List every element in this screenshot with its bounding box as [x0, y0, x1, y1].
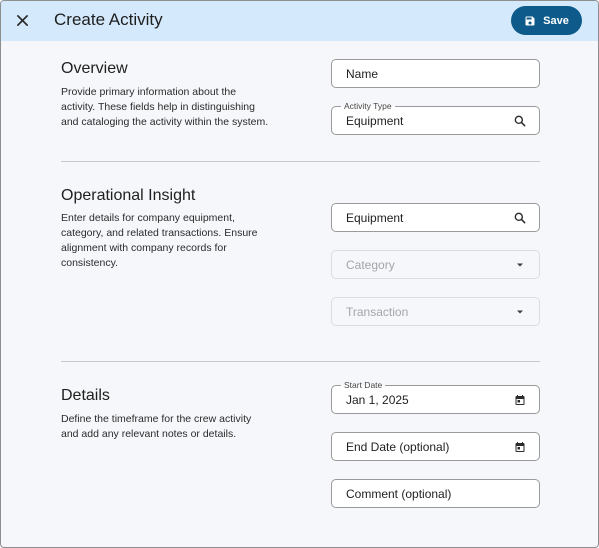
category-select[interactable]: Category: [331, 250, 540, 279]
search-icon: [514, 115, 526, 126]
start-date-label: Start Date: [341, 380, 386, 390]
activity-type-search[interactable]: [513, 114, 527, 128]
transaction-placeholder: Transaction: [346, 304, 409, 319]
transaction-select[interactable]: Transaction: [331, 297, 540, 326]
arrow-drop-down-icon: [517, 263, 523, 266]
calendar-icon: [515, 394, 525, 405]
calendar-icon: [515, 441, 525, 452]
dialog-header: Create Activity Save: [1, 1, 598, 41]
save-button[interactable]: Save: [511, 6, 582, 35]
end-date-picker[interactable]: [513, 440, 527, 454]
start-date-picker[interactable]: [513, 393, 527, 407]
overview-description: Provide primary information about the ac…: [61, 86, 269, 128]
create-activity-dialog: Create Activity Save Overview Provide pr…: [0, 0, 599, 548]
name-placeholder: Name: [346, 66, 379, 81]
search-icon: [514, 212, 526, 223]
end-date-placeholder: End Date (optional): [346, 439, 450, 454]
end-date-input[interactable]: End Date (optional): [331, 432, 540, 461]
overview-title: Overview: [61, 60, 128, 77]
name-input[interactable]: Name: [331, 59, 540, 88]
equipment-input[interactable]: Equipment: [331, 203, 540, 232]
activity-type-value: Equipment: [346, 113, 404, 128]
divider: [61, 361, 540, 362]
save-icon: [525, 16, 535, 25]
page-title: Create Activity: [54, 10, 163, 29]
save-button-label: Save: [543, 14, 569, 27]
comment-input[interactable]: Comment (optional): [331, 479, 540, 508]
equipment-value: Equipment: [346, 210, 404, 225]
start-date-value: Jan 1, 2025: [346, 392, 409, 407]
arrow-drop-down-icon: [517, 310, 523, 313]
close-icon: [16, 14, 28, 26]
details-description: Define the timeframe for the crew activi…: [61, 413, 252, 440]
operational-title: Operational Insight: [61, 187, 196, 204]
details-title: Details: [61, 387, 110, 404]
equipment-search[interactable]: [513, 211, 527, 225]
close-button[interactable]: [11, 9, 33, 31]
operational-description: Enter details for company equipment, cat…: [61, 212, 258, 269]
divider: [61, 161, 540, 162]
activity-type-label: Activity Type: [341, 101, 395, 111]
comment-placeholder: Comment (optional): [346, 486, 452, 501]
category-placeholder: Category: [346, 257, 395, 272]
